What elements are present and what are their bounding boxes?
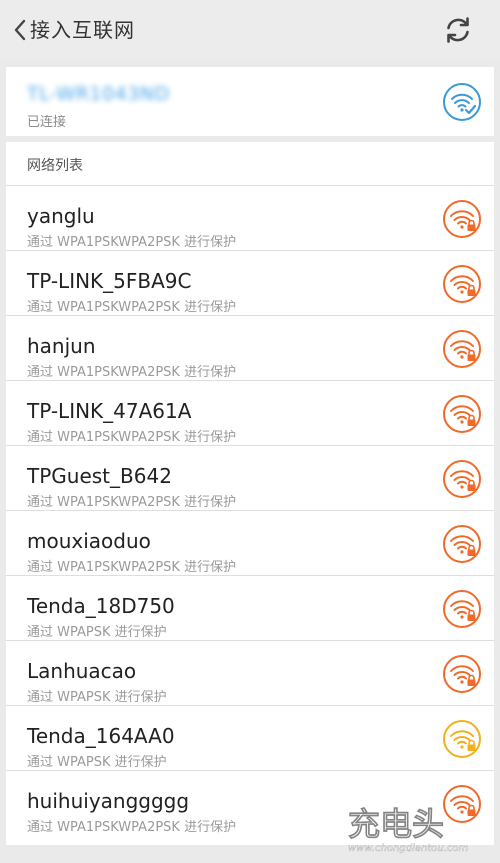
wifi-lock-icon — [443, 720, 481, 758]
network-ssid: TPGuest_B642 — [27, 464, 172, 488]
wifi-lock-icon — [443, 200, 481, 238]
page-title: 接入互联网 — [30, 18, 135, 42]
network-list-header: 网络列表 — [6, 142, 494, 186]
app-header: 接入互联网 — [0, 0, 500, 60]
wifi-lock-icon — [443, 460, 481, 498]
network-security: 通过 WPAPSK 进行保护 — [27, 625, 167, 640]
connected-network-name: TL-WR1043ND — [27, 83, 170, 105]
wifi-lock-icon — [443, 330, 481, 368]
connected-network[interactable]: TL-WR1043ND 已连接 — [6, 67, 494, 136]
network-security: 通过 WPA1PSKWPA2PSK 进行保护 — [27, 560, 237, 575]
watermark-logo: 充电头 www.chongdiantou.com — [348, 805, 469, 854]
network-list-heading: 网络列表 — [27, 158, 83, 174]
network-security: 通过 WPA1PSKWPA2PSK 进行保护 — [27, 495, 237, 510]
wifi-lock-icon — [443, 590, 481, 628]
back-button[interactable] — [8, 16, 32, 44]
network-security: 通过 WPA1PSKWPA2PSK 进行保护 — [27, 820, 237, 835]
network-ssid: Lanhuacao — [27, 659, 137, 683]
network-list-item[interactable]: Tenda_18D750 通过 WPAPSK 进行保护 — [6, 576, 494, 641]
connected-status: 已连接 — [27, 115, 67, 130]
network-list: 网络列表 yanglu 通过 WPA1PSKWPA2PSK 进行保护 TP-LINK… — [6, 142, 494, 845]
network-ssid: mouxiaoduo — [27, 529, 151, 553]
refresh-icon[interactable] — [442, 14, 474, 46]
network-ssid: hanjun — [27, 334, 96, 358]
network-list-item[interactable]: TP-LINK_47A61A 通过 WPA1PSKWPA2PSK 进行保护 — [6, 381, 494, 446]
wifi-lock-icon — [443, 655, 481, 693]
network-security: 通过 WPA1PSKWPA2PSK 进行保护 — [27, 235, 237, 250]
network-list-item[interactable]: hanjun 通过 WPA1PSKWPA2PSK 进行保护 — [6, 316, 494, 381]
wifi-lock-icon — [443, 395, 481, 433]
network-security: 通过 WPA1PSKWPA2PSK 进行保护 — [27, 300, 237, 315]
network-list-item[interactable]: Tenda_164AA0 通过 WPAPSK 进行保护 — [6, 706, 494, 771]
network-list-item[interactable]: TPGuest_B642 通过 WPA1PSKWPA2PSK 进行保护 — [6, 446, 494, 511]
network-list-item[interactable]: yanglu 通过 WPA1PSKWPA2PSK 进行保护 — [6, 186, 494, 251]
network-list-item[interactable]: mouxiaoduo 通过 WPA1PSKWPA2PSK 进行保护 — [6, 511, 494, 576]
network-ssid: Tenda_18D750 — [27, 594, 175, 618]
network-security: 通过 WPAPSK 进行保护 — [27, 755, 167, 770]
wifi-lock-icon — [443, 525, 481, 563]
wifi-lock-icon — [443, 265, 481, 303]
network-ssid: yanglu — [27, 204, 95, 228]
watermark-subtext: www.chongdiantou.com — [348, 843, 468, 854]
network-list-item[interactable]: Lanhuacao 通过 WPAPSK 进行保护 — [6, 641, 494, 706]
network-security: 通过 WPA1PSKWPA2PSK 进行保护 — [27, 365, 237, 380]
network-security: 通过 WPA1PSKWPA2PSK 进行保护 — [27, 430, 237, 445]
chevron-left-icon — [14, 19, 26, 41]
network-ssid: TP-LINK_5FBA9C — [27, 269, 192, 293]
network-list-item[interactable]: TP-LINK_5FBA9C 通过 WPA1PSKWPA2PSK 进行保护 — [6, 251, 494, 316]
network-ssid: huihuiyanggggg — [27, 789, 190, 813]
network-ssid: Tenda_164AA0 — [27, 724, 175, 748]
watermark-text: 充电头 — [348, 805, 444, 843]
network-ssid: TP-LINK_47A61A — [27, 399, 192, 423]
network-security: 通过 WPAPSK 进行保护 — [27, 690, 167, 705]
wifi-connected-icon — [443, 83, 481, 121]
